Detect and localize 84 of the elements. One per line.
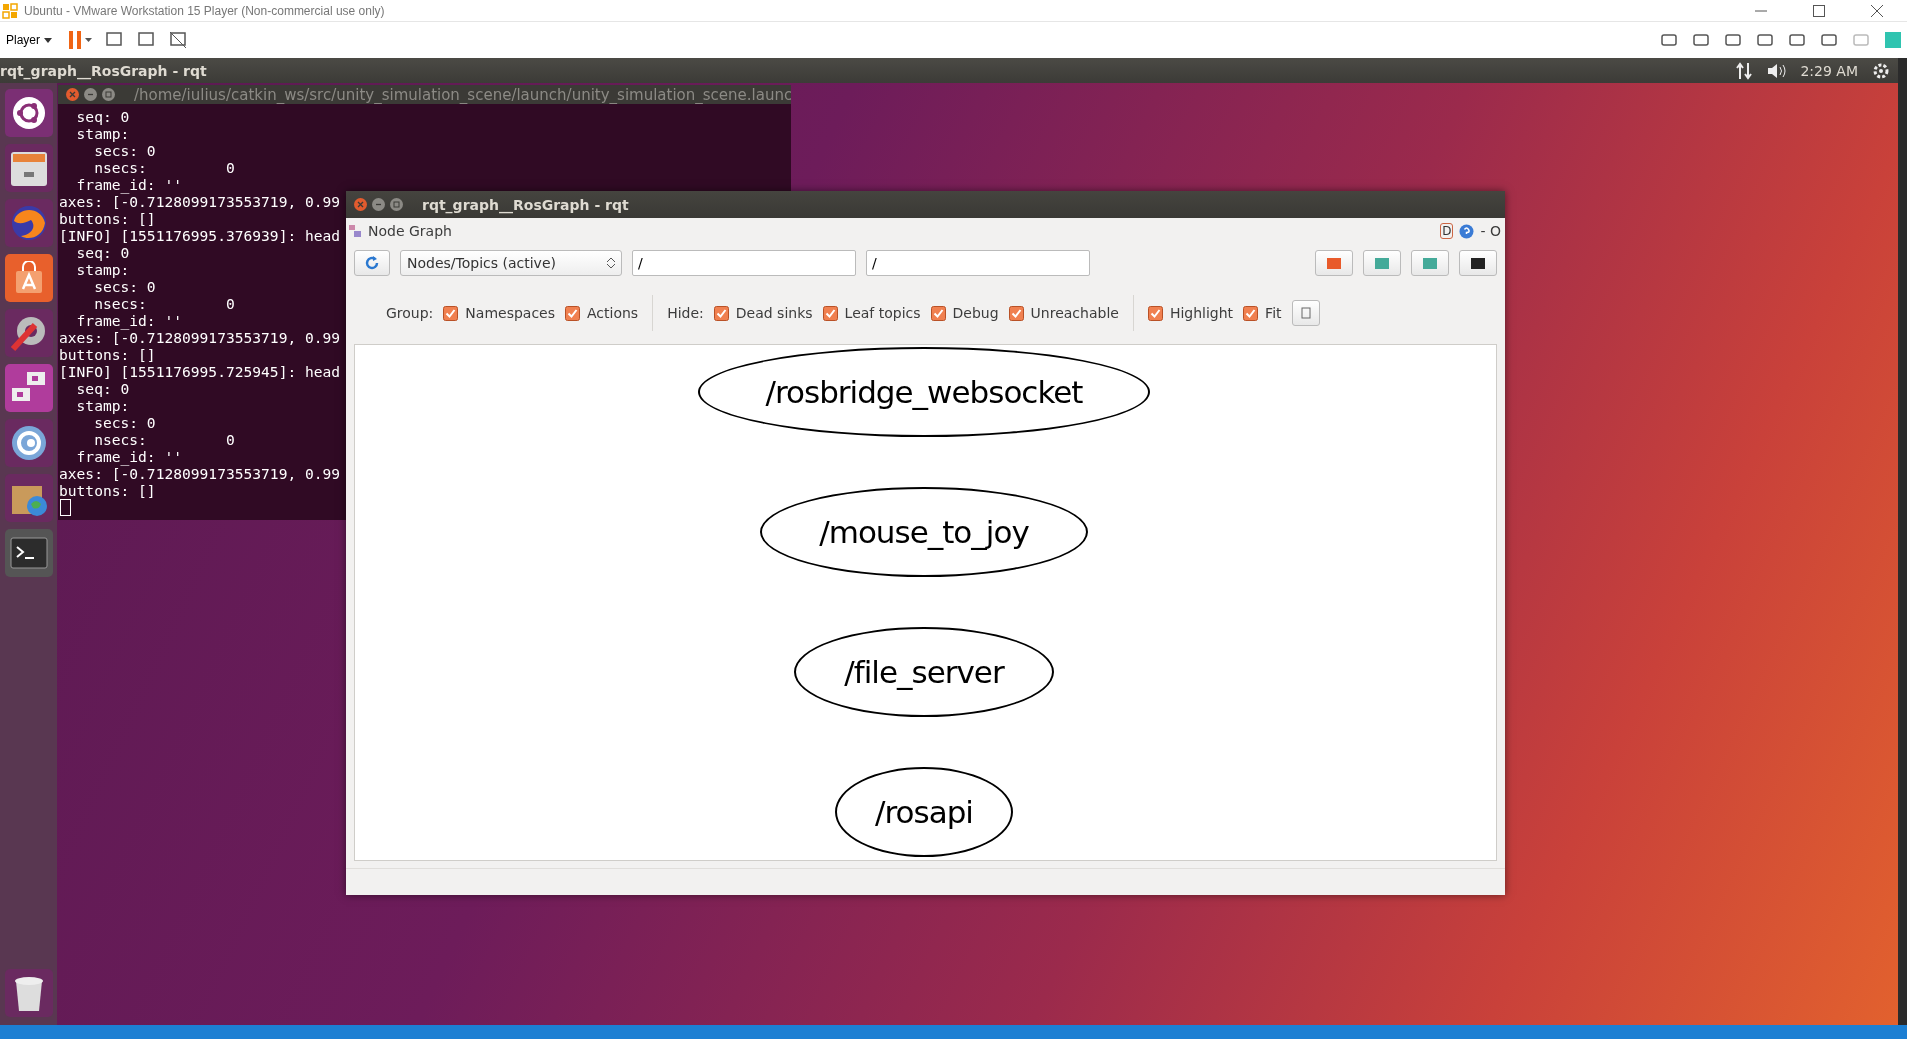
checkbox-icon[interactable] [930, 305, 946, 321]
option-checkbox[interactable]: Namespaces [443, 305, 555, 321]
terminal-line: buttons: [] [59, 210, 156, 227]
pause-icon[interactable] [66, 29, 92, 51]
mode-dropdown[interactable]: Nodes/Topics (active) [400, 250, 622, 276]
checkbox-icon[interactable] [822, 305, 838, 321]
terminal-line: secs: 0 [93, 142, 156, 159]
checkbox-icon[interactable] [1243, 305, 1259, 321]
checkbox-icon[interactable] [1147, 305, 1163, 321]
checkbox-icon[interactable] [1008, 305, 1024, 321]
checkbox-icon[interactable] [565, 305, 580, 321]
screenshot-button[interactable] [1459, 250, 1497, 276]
terminal-line: nsecs: 0 [93, 431, 235, 448]
network-arrows-icon[interactable] [1736, 61, 1753, 80]
export-button[interactable] [1411, 250, 1449, 276]
terminal-line: frame_id: '' [75, 176, 182, 193]
graph-node[interactable]: /file_server [794, 627, 1054, 717]
terminal-line: stamp: [75, 125, 130, 142]
app-title: rqt_graph__RosGraph - rqt [0, 62, 207, 79]
terminal-line: frame_id: '' [75, 448, 182, 465]
group-label: Hide: [667, 305, 704, 321]
option-checkbox[interactable]: Debug [930, 305, 999, 321]
terminal-line: seq: 0 [75, 108, 130, 125]
window-title: Ubuntu - VMware Workstation 15 Player (Non-commercial use only) [24, 3, 385, 18]
clock[interactable]: 2:29 AM [1800, 62, 1858, 79]
terminal-line: seq: 0 [75, 380, 130, 397]
terminal-line: [INFO] [1551176995.376939]: head [59, 227, 341, 244]
option-checkbox[interactable]: Leaf topics [822, 305, 921, 321]
help-icon[interactable] [1459, 223, 1475, 239]
option-checkbox[interactable]: Highlight [1147, 305, 1234, 321]
option-checkbox[interactable]: Fit [1243, 305, 1282, 321]
close-plugin-button[interactable]: - O [1480, 223, 1501, 239]
save-button[interactable] [1363, 250, 1401, 276]
maximize-icon[interactable] [390, 198, 403, 211]
terminal-line: stamp: [75, 261, 130, 278]
window-title: rqt_graph__RosGraph - rqt [422, 196, 629, 213]
close-icon[interactable] [66, 88, 79, 101]
terminal-line: buttons: [] [59, 346, 156, 363]
filter-field[interactable]: / [632, 250, 856, 276]
fit-icon [1299, 307, 1312, 319]
terminal-line: secs: 0 [93, 278, 156, 295]
debug-button[interactable]: D [1440, 223, 1454, 239]
terminal-icon[interactable] [9, 537, 48, 569]
close-icon[interactable] [354, 198, 367, 211]
terminal-line: axes: [-0.7128099173553719, 0.99 [59, 465, 341, 482]
graph-node[interactable]: /mouse_to_joy [760, 487, 1088, 577]
terminal-line: [INFO] [1551176995.725945]: head [59, 363, 341, 380]
refresh-button[interactable] [354, 250, 390, 276]
graph-node[interactable]: /rosbridge_websocket [698, 347, 1150, 437]
option-checkbox[interactable]: Dead sinks [713, 305, 813, 321]
group-label: Group: [386, 305, 434, 321]
caret-icon [44, 37, 52, 43]
checkbox-icon[interactable] [713, 305, 729, 321]
terminal-line: nsecs: 0 [93, 295, 235, 312]
window-title: /home/iulius/catkin_ws/src/unity_simulation_scene/launch/unity_simulation_scene.launc [133, 85, 791, 104]
filter-field[interactable]: / [866, 250, 1090, 276]
open-file-button[interactable] [1315, 250, 1353, 276]
terminal-line: frame_id: '' [75, 312, 182, 329]
minimize-icon[interactable] [84, 88, 97, 101]
option-checkbox[interactable]: Actions [565, 305, 639, 321]
terminal-line: nsecs: 0 [93, 159, 235, 176]
graph-icon [348, 224, 362, 238]
text-cursor [60, 499, 71, 516]
app-logo-icon [2, 2, 18, 19]
volume-icon[interactable] [1766, 61, 1787, 80]
terminal-line: axes: [-0.7128099173553719, 0.99 [59, 193, 341, 210]
player-menu[interactable]: Player [4, 31, 54, 49]
option-checkbox[interactable]: Unreachable [1008, 305, 1119, 321]
terminal-line: axes: [-0.7128099173553719, 0.99 [59, 329, 341, 346]
close-icon[interactable] [1871, 4, 1883, 17]
refresh-icon [364, 255, 380, 271]
terminal-line: stamp: [75, 397, 130, 414]
terminal-line: seq: 0 [75, 244, 130, 261]
maximize-icon[interactable] [101, 88, 115, 101]
checkbox-icon[interactable] [443, 305, 459, 321]
spinner-arrows-icon [607, 257, 615, 269]
plugin-title: Node Graph [368, 223, 452, 239]
graph-node[interactable]: /rosapi [835, 767, 1013, 857]
terminal-line: secs: 0 [93, 414, 156, 431]
terminal-line: buttons: [] [59, 482, 156, 499]
settings-icon[interactable] [1872, 61, 1890, 80]
minimize-icon[interactable] [372, 198, 385, 211]
ubuntu-logo-icon[interactable] [11, 96, 46, 130]
maximize-icon[interactable] [1813, 4, 1825, 17]
